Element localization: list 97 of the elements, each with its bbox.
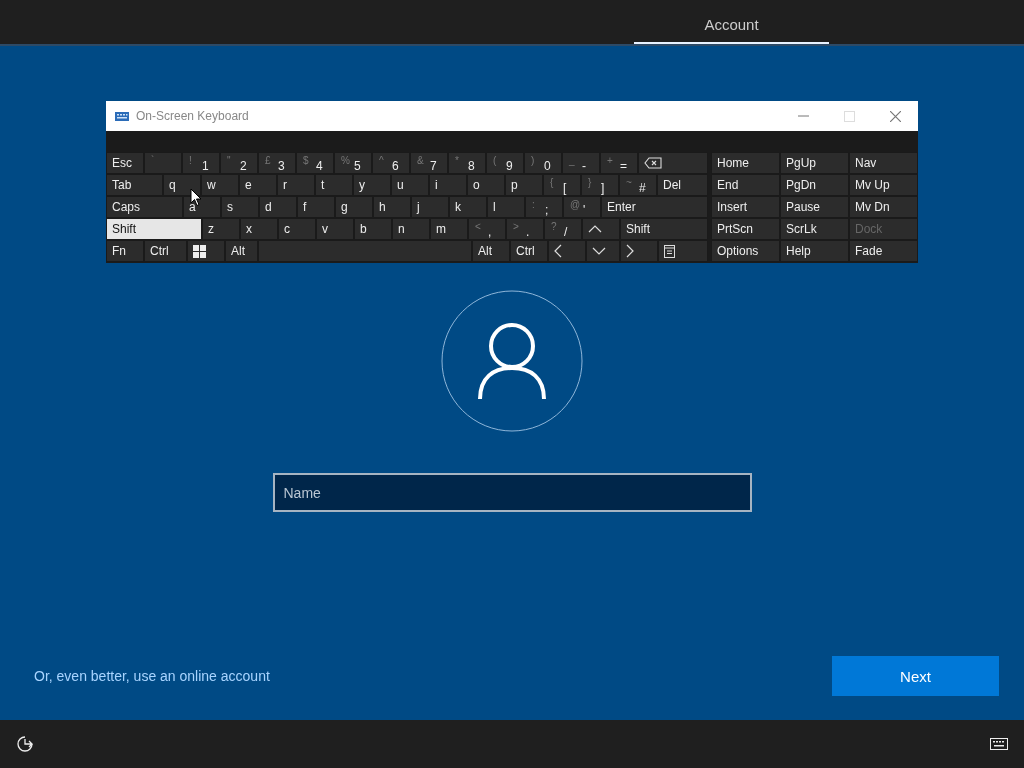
key[interactable]: Help (780, 240, 849, 262)
keyboard-icon[interactable] (990, 738, 1008, 750)
account-tab[interactable]: Account (634, 0, 829, 44)
key[interactable]: PrtScn (711, 218, 780, 240)
key[interactable]: > . (506, 218, 544, 240)
key[interactable]: m (430, 218, 468, 240)
key[interactable]: j (411, 196, 449, 218)
key[interactable]: Alt (472, 240, 510, 262)
key[interactable]: ! 1 (182, 152, 220, 174)
key[interactable]: } ] (581, 174, 619, 196)
backspace-icon (644, 157, 662, 169)
ease-of-access-icon[interactable] (16, 735, 34, 753)
key[interactable]: w (201, 174, 239, 196)
name-field[interactable]: Name (272, 473, 752, 512)
right-arrow-key[interactable] (620, 240, 658, 262)
key[interactable]: x (240, 218, 278, 240)
key[interactable]: Tab (106, 174, 163, 196)
key[interactable]: Ctrl (144, 240, 187, 262)
key[interactable]: u (391, 174, 429, 196)
key[interactable]: ~ # (619, 174, 657, 196)
key[interactable]: Mv Dn (849, 196, 918, 218)
key[interactable]: ^ 6 (372, 152, 410, 174)
key[interactable]: & 7 (410, 152, 448, 174)
key[interactable]: Caps (106, 196, 183, 218)
key[interactable]: Enter (601, 196, 708, 218)
key[interactable]: t (315, 174, 353, 196)
user-avatar-icon (441, 290, 583, 432)
key[interactable]: ? / (544, 218, 582, 240)
chevron-down-icon (592, 247, 606, 255)
key[interactable]: s (221, 196, 259, 218)
up-arrow-key[interactable] (582, 218, 620, 240)
key[interactable]: Options (711, 240, 780, 262)
key[interactable]: Insert (711, 196, 780, 218)
key[interactable]: < , (468, 218, 506, 240)
key[interactable]: % 5 (334, 152, 372, 174)
key[interactable]: Ctrl (510, 240, 548, 262)
key[interactable]: Shift (620, 218, 708, 240)
key[interactable]: Pause (780, 196, 849, 218)
chevron-left-icon (554, 244, 562, 258)
key[interactable]: y (353, 174, 391, 196)
key[interactable]: r (277, 174, 315, 196)
key[interactable]: Fn (106, 240, 144, 262)
key[interactable]: ( 9 (486, 152, 524, 174)
key[interactable]: PgUp (780, 152, 849, 174)
maximize-icon (844, 110, 855, 122)
window-title: On-Screen Keyboard (136, 109, 249, 123)
key[interactable]: n (392, 218, 430, 240)
chevron-up-icon (588, 225, 602, 233)
key[interactable]: k (449, 196, 487, 218)
key[interactable]: v (316, 218, 354, 240)
key[interactable]: Shift (106, 218, 202, 240)
key[interactable]: End (711, 174, 780, 196)
online-account-link[interactable]: Or, even better, use an online account (34, 668, 270, 684)
key[interactable]: PgDn (780, 174, 849, 196)
key[interactable]: + = (600, 152, 638, 174)
chevron-right-icon (626, 244, 634, 258)
key[interactable]: f (297, 196, 335, 218)
key[interactable]: c (278, 218, 316, 240)
key[interactable]: Del (657, 174, 708, 196)
key[interactable]: " 2 (220, 152, 258, 174)
key[interactable]: : ; (525, 196, 563, 218)
key[interactable]: l (487, 196, 525, 218)
key[interactable]: i (429, 174, 467, 196)
key[interactable]: d (259, 196, 297, 218)
windows-key[interactable] (187, 240, 225, 262)
key[interactable]: ) 0 (524, 152, 562, 174)
key[interactable]: o (467, 174, 505, 196)
key[interactable]: g (335, 196, 373, 218)
key[interactable]: Fade (849, 240, 918, 262)
key[interactable]: * 8 (448, 152, 486, 174)
key[interactable]: h (373, 196, 411, 218)
backspace-key[interactable] (638, 152, 708, 174)
key[interactable]: Home (711, 152, 780, 174)
down-arrow-key[interactable] (586, 240, 620, 262)
key[interactable]: p (505, 174, 543, 196)
key[interactable]: $ 4 (296, 152, 334, 174)
key[interactable]: z (202, 218, 240, 240)
key[interactable]: q (163, 174, 201, 196)
key[interactable]: Esc (106, 152, 144, 174)
key[interactable]: e (239, 174, 277, 196)
windows-logo-icon (193, 244, 206, 258)
key[interactable]: Mv Up (849, 174, 918, 196)
key[interactable]: _ - (562, 152, 600, 174)
key[interactable]: b (354, 218, 392, 240)
close-icon[interactable] (890, 110, 901, 122)
next-button[interactable]: Next (832, 656, 999, 696)
menu-key[interactable] (658, 240, 708, 262)
key[interactable]: Alt (225, 240, 258, 262)
key[interactable]: { [ (543, 174, 581, 196)
key[interactable]: @ ' (563, 196, 601, 218)
key[interactable]: a (183, 196, 221, 218)
key[interactable]: Nav (849, 152, 918, 174)
key[interactable]: £ 3 (258, 152, 296, 174)
key[interactable]: ScrLk (780, 218, 849, 240)
keyboard-icon (115, 111, 129, 121)
left-arrow-key[interactable] (548, 240, 586, 262)
menu-icon (664, 244, 675, 258)
